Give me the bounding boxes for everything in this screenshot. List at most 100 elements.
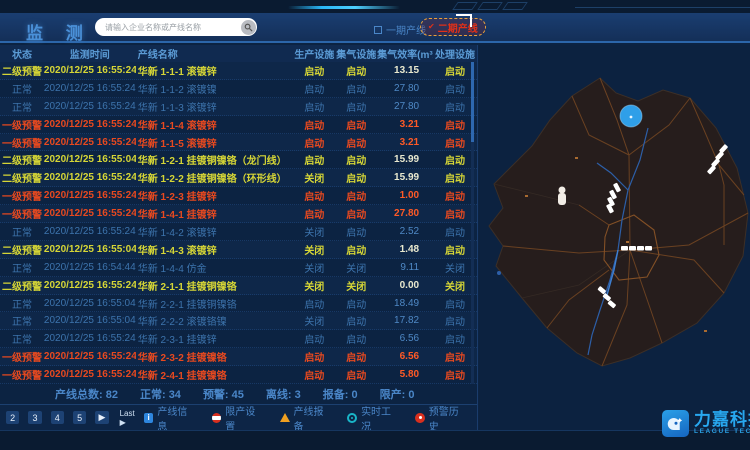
cell-prod: 关闭 — [293, 313, 335, 328]
cell-status: 二级预警 — [0, 63, 44, 78]
map-canvas — [479, 45, 750, 430]
table-row[interactable]: 二级预警2020/12/25 16:55:24华新 2-1-1 挂镀铜镍铬关闭关… — [0, 277, 477, 295]
cell-gas: 启动 — [335, 331, 377, 346]
cell-time: 2020/12/25 16:55:24 — [44, 119, 136, 130]
search-input[interactable] — [95, 23, 241, 32]
search-box[interactable] — [95, 18, 257, 36]
last-page-button[interactable]: Last ▶ — [118, 411, 144, 424]
cell-gas: 启动 — [335, 81, 377, 96]
table-row[interactable]: 二级预警2020/12/25 16:55:24华新 1-1-1 滚镀锌启动启动1… — [0, 62, 477, 80]
table-row[interactable]: 二级预警2020/12/25 16:55:04华新 1-2-1 挂镀铜镍铬（龙门… — [0, 151, 477, 169]
summary-item: 离线: 3 — [266, 386, 301, 402]
cell-prod: 启动 — [293, 206, 335, 221]
search-icon[interactable] — [241, 20, 256, 35]
cell-prod: 启动 — [293, 152, 335, 167]
action-report-triangle[interactable]: 产线报备 — [280, 403, 332, 433]
column-header: 生产设施 — [293, 46, 335, 61]
realtime-icon — [347, 413, 357, 423]
cell-name: 华新 2-2-1 挂镀铜镍铬 — [136, 296, 294, 311]
cell-eff: 17.82 — [377, 315, 433, 326]
cell-prod: 关闭 — [293, 260, 335, 275]
table-row[interactable]: 一级预警2020/12/25 16:55:24华新 1-4-1 挂镀锌启动启动2… — [0, 205, 477, 223]
brand-logo: 力嘉科技 LEAGUE TECH — [662, 410, 750, 437]
action-info[interactable]: i产线信息 — [144, 403, 196, 433]
cell-status: 一级预警 — [0, 367, 44, 382]
page-button[interactable]: 3 — [28, 411, 41, 424]
summary-item: 正常: 34 — [140, 386, 181, 402]
table-row[interactable]: 一级预警2020/12/25 16:55:24华新 2-4-1 挂镀镍铬启动启动… — [0, 366, 477, 384]
cell-gas: 启动 — [335, 367, 377, 382]
table-row[interactable]: 正常2020/12/25 16:55:04华新 2-2-1 挂镀铜镍铬启动启动1… — [0, 295, 477, 313]
table-row[interactable]: 一级预警2020/12/25 16:55:24华新 1-1-4 滚镀锌启动启动3… — [0, 116, 477, 134]
action-label: 产线信息 — [157, 403, 195, 433]
cell-gas: 启动 — [335, 224, 377, 239]
cell-name: 华新 2-1-1 挂镀铜镍铬 — [136, 278, 294, 293]
table-row[interactable]: 一级预警2020/12/25 16:55:24华新 2-3-2 挂镀镍铬启动启动… — [0, 348, 477, 366]
corner-bracket — [456, 14, 472, 27]
cell-status: 正常 — [0, 99, 44, 114]
action-realtime[interactable]: 实时工况 — [347, 403, 399, 433]
city-map[interactable] — [479, 45, 750, 430]
phase2-button[interactable]: ✔ 二期产线 — [420, 18, 486, 36]
table-row[interactable]: 一级预警2020/12/25 16:55:24华新 1-1-5 滚镀锌启动启动3… — [0, 134, 477, 152]
table-row[interactable]: 正常2020/12/25 16:55:24华新 2-3-1 挂镀锌启动启动6.5… — [0, 330, 477, 348]
action-label: 实时工况 — [361, 403, 399, 433]
cell-time: 2020/12/25 16:54:44 — [44, 262, 136, 273]
column-header: 处理设施 — [433, 46, 477, 61]
cell-eff: 6.56 — [377, 333, 433, 344]
summary-item: 产线总数: 82 — [55, 386, 118, 402]
action-limit[interactable]: 限产设置 — [212, 403, 264, 433]
cell-time: 2020/12/25 16:55:24 — [44, 137, 136, 148]
cell-time: 2020/12/25 16:55:04 — [44, 315, 136, 326]
cell-gas: 启动 — [335, 99, 377, 114]
brand-name-cn: 力嘉科技 — [694, 411, 750, 429]
cell-name: 华新 2-4-1 挂镀镍铬 — [136, 367, 294, 382]
cell-eff: 15.99 — [377, 154, 433, 165]
cell-name: 华新 2-3-1 挂镀锌 — [136, 331, 294, 346]
table-row[interactable]: 正常2020/12/25 16:55:24华新 1-1-2 滚镀镍启动启动27.… — [0, 80, 477, 98]
table-row[interactable]: 正常2020/12/25 16:55:24华新 1-4-2 滚镀锌关闭启动2.5… — [0, 223, 477, 241]
column-header: 监测时间 — [44, 46, 136, 61]
column-header: 集气设施 — [335, 46, 377, 61]
cell-status: 一级预警 — [0, 188, 44, 203]
cell-time: 2020/12/25 16:55:04 — [44, 244, 136, 255]
table-row[interactable]: 二级预警2020/12/25 16:55:24华新 1-2-2 挂镀铜镍铬（环形… — [0, 169, 477, 187]
table-row[interactable]: 正常2020/12/25 16:54:44华新 1-4-4 仿金关闭关闭9.11… — [0, 259, 477, 277]
cell-eff: 15.99 — [377, 172, 433, 183]
phase1-checkbox[interactable]: 一期产线 — [374, 22, 426, 37]
cell-time: 2020/12/25 16:55:04 — [44, 298, 136, 309]
cell-status: 二级预警 — [0, 278, 44, 293]
cell-eff: 6.56 — [377, 351, 433, 362]
cell-status: 正常 — [0, 81, 44, 96]
cell-name: 华新 1-2-1 挂镀铜镍铬（龙门线） — [136, 152, 294, 167]
checkbox-icon[interactable] — [374, 26, 382, 34]
scrollbar-thumb[interactable] — [471, 62, 474, 142]
page-button[interactable]: 4 — [51, 411, 64, 424]
table-row[interactable]: 二级预警2020/12/25 16:55:04华新 1-4-3 滚镀锌关闭启动1… — [0, 241, 477, 259]
cell-time: 2020/12/25 16:55:24 — [44, 65, 136, 76]
cell-name: 华新 1-2-2 挂镀铜镍铬（环形线） — [136, 170, 294, 185]
table-row[interactable]: 正常2020/12/25 16:55:24华新 1-1-3 滚镀锌启动启动27.… — [0, 98, 477, 116]
cell-status: 正常 — [0, 260, 44, 275]
cell-prod: 启动 — [293, 331, 335, 346]
cell-prod: 关闭 — [293, 170, 335, 185]
checked-icon: ✔ — [428, 23, 435, 31]
page-button[interactable]: 5 — [73, 411, 86, 424]
cell-status: 一级预警 — [0, 135, 44, 150]
cell-time: 2020/12/25 16:55:24 — [44, 226, 136, 237]
table-row[interactable]: 一级预警2020/12/25 16:55:24华新 1-2-3 挂镀锌启动启动1… — [0, 187, 477, 205]
table-scrollbar[interactable] — [471, 62, 474, 384]
cell-status: 一级预警 — [0, 206, 44, 221]
cell-time: 2020/12/25 16:55:24 — [44, 172, 136, 183]
page-button[interactable]: 2 — [6, 411, 19, 424]
table-row[interactable]: 正常2020/12/25 16:55:04华新 2-2-2 滚镀铬镍关闭启动17… — [0, 312, 477, 330]
next-page-button[interactable]: ▶ — [95, 411, 108, 424]
monitor-table-panel: 状态监测时间产线名称生产设施集气设施集气效率(m³/s)处理设施 二级预警202… — [0, 45, 478, 430]
cell-status: 正常 — [0, 224, 44, 239]
action-alarm-history[interactable]: 预警历史 — [415, 403, 467, 433]
cell-name: 华新 1-4-1 挂镀锌 — [136, 206, 294, 221]
monitoring-dashboard: 监 测 一期产线 ✔ 二期产线 状态监测时间产线名称生产设施集气设施集气效率(m… — [0, 0, 750, 450]
cell-name: 华新 1-1-1 滚镀锌 — [136, 63, 294, 78]
cell-status: 二级预警 — [0, 242, 44, 257]
info-icon: i — [144, 413, 154, 423]
